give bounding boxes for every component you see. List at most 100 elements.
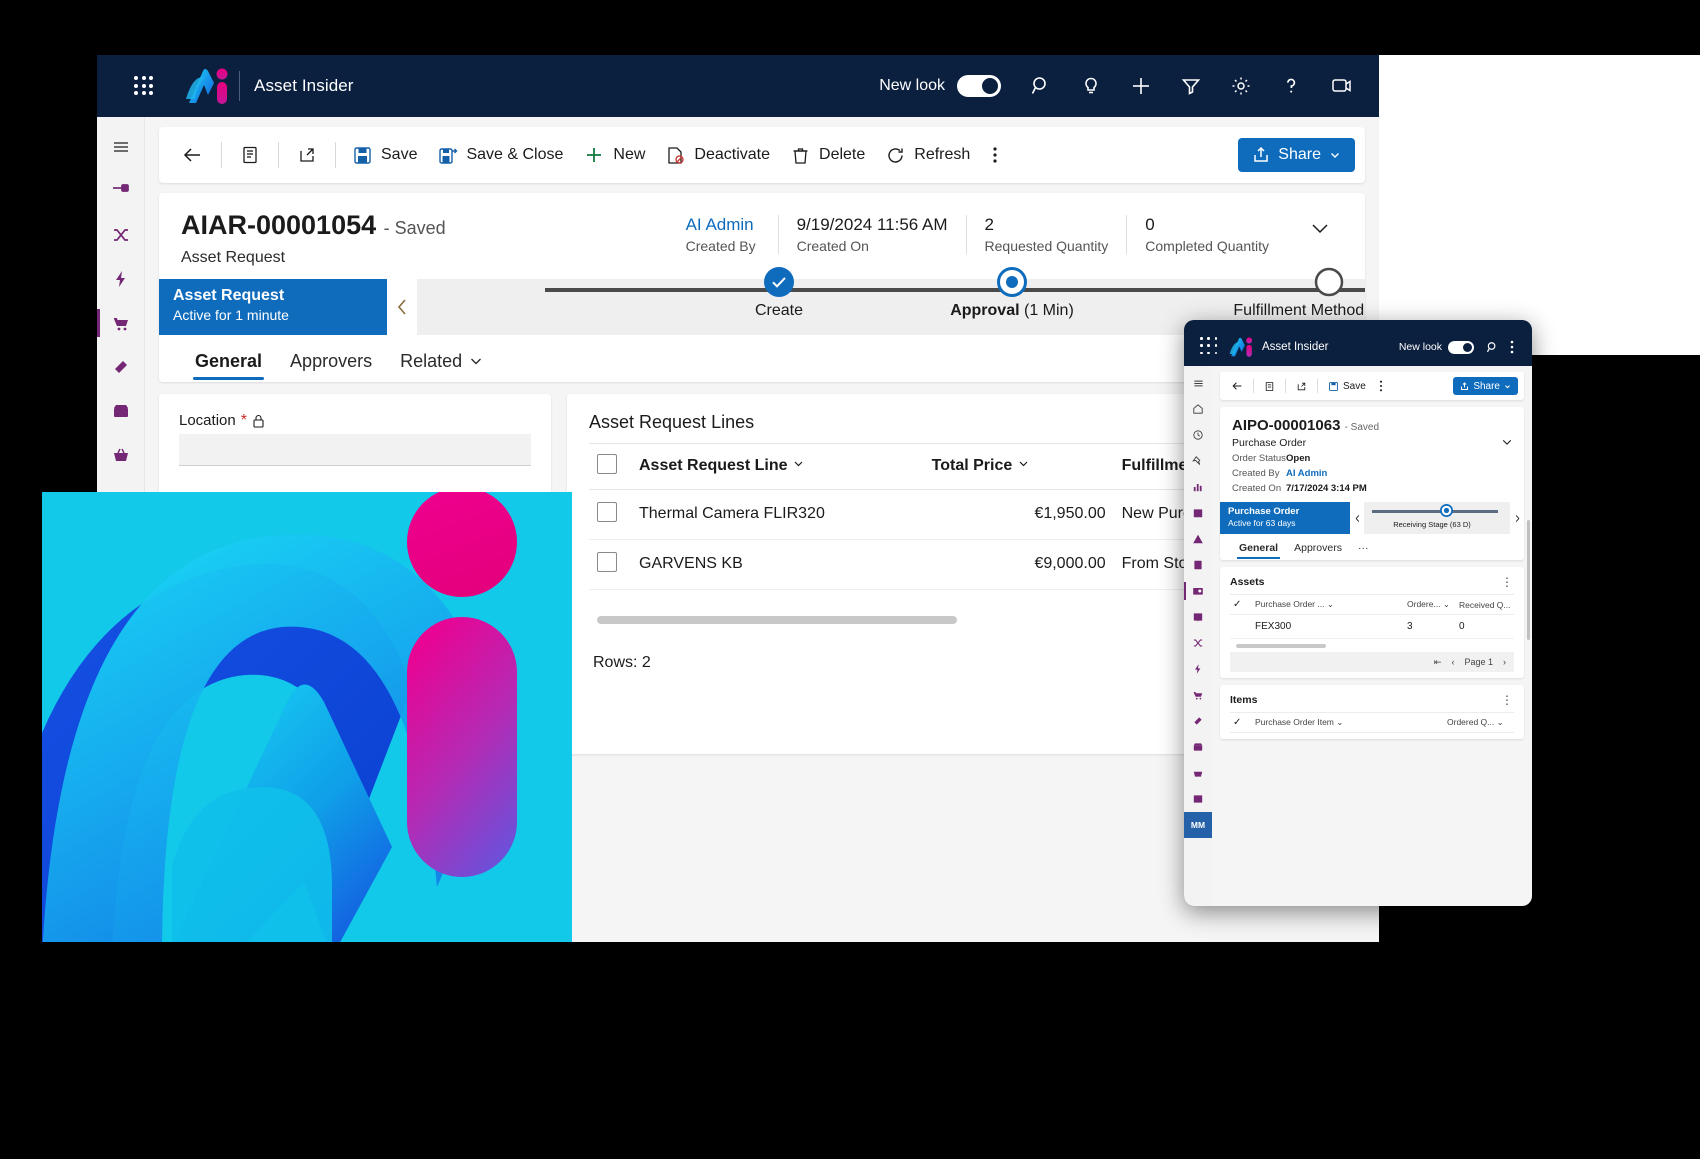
app-launcher-icon[interactable] (1200, 337, 1220, 357)
deactivate-button[interactable]: Deactivate (655, 135, 780, 175)
sitemap-item-dashboard-icon[interactable] (1184, 474, 1212, 500)
grid-horizontal-scrollbar[interactable] (597, 615, 957, 624)
tab-general[interactable]: General (181, 345, 276, 382)
more-icon[interactable] (1502, 337, 1522, 357)
select-all-check-icon[interactable]: ✓ (1233, 599, 1241, 610)
mobile-bpf-next-button[interactable] (1510, 502, 1524, 534)
sitemap-item-bolt-icon[interactable] (97, 257, 144, 301)
refresh-button[interactable]: Refresh (875, 135, 980, 175)
table-row[interactable]: FEX300 3 0 (1230, 614, 1514, 639)
form-selector-button[interactable] (228, 135, 272, 175)
more-commands-button[interactable] (1374, 375, 1388, 397)
sitemap-item-account-avatar[interactable]: MM (1184, 812, 1212, 838)
pager-next-icon[interactable]: › (1503, 657, 1506, 667)
expand-header-chevron-icon[interactable] (1500, 435, 1514, 454)
sitemap-item-bolt-icon[interactable] (1184, 656, 1212, 682)
mobile-bpf-previous-button[interactable] (1350, 502, 1364, 534)
sitemap-item-tag-icon[interactable] (1184, 708, 1212, 734)
created-by-value[interactable]: AI Admin (1286, 468, 1327, 479)
assistant-icon[interactable] (1319, 64, 1363, 108)
row-checkbox[interactable] (597, 501, 617, 522)
sitemap-item-asset-icon[interactable] (1184, 682, 1212, 708)
back-button[interactable] (169, 135, 215, 175)
sitemap-item-calendar-icon[interactable] (1184, 500, 1212, 526)
sitemap-item-store-icon[interactable] (97, 389, 144, 433)
column-purchase-order-item[interactable]: Purchase Order Item ⌄ (1252, 712, 1444, 733)
select-all-checkbox[interactable] (597, 453, 617, 474)
sitemap-hamburger-icon[interactable] (1184, 370, 1212, 396)
bpf-step-create[interactable]: Create (649, 266, 909, 320)
sitemap-item-upload-icon[interactable] (1184, 604, 1212, 630)
mobile-bpf-current-step-icon[interactable] (1439, 504, 1453, 517)
open-in-new-window-button[interactable] (1291, 375, 1312, 397)
tab-general[interactable]: General (1232, 539, 1285, 560)
sitemap-item-list-icon[interactable] (1184, 786, 1212, 812)
sitemap-item-store-icon[interactable] (1184, 734, 1212, 760)
expand-header-chevron-icon[interactable] (1287, 215, 1343, 254)
tab-overflow[interactable]: ··· (1351, 539, 1376, 560)
column-ordered-qty[interactable]: Ordered Q... ⌄ (1444, 712, 1514, 733)
created-by-value[interactable]: AI Admin (686, 215, 760, 235)
sitemap-item-book-icon[interactable] (1184, 552, 1212, 578)
help-icon[interactable] (1269, 64, 1313, 108)
mobile-new-look-toggle[interactable] (1448, 340, 1474, 354)
sitemap-item-asset-icon[interactable] (97, 301, 144, 345)
share-button[interactable]: Share (1238, 138, 1355, 172)
search-icon[interactable] (1019, 64, 1063, 108)
bpf-previous-stage-button[interactable] (387, 278, 417, 335)
sitemap-item-contact-icon[interactable] (1184, 578, 1212, 604)
more-commands-button[interactable] (980, 135, 1010, 175)
sitemap-item-alert-icon[interactable] (1184, 526, 1212, 552)
field-location-input[interactable] (179, 433, 531, 466)
row-select-cell[interactable] (1230, 614, 1252, 639)
column-total-price[interactable]: Total Price (923, 442, 1114, 490)
sitemap-hamburger-icon[interactable] (97, 125, 144, 169)
sitemap-item-home-icon[interactable] (1184, 396, 1212, 422)
save-button[interactable]: Save (342, 135, 427, 175)
tab-approvers[interactable]: Approvers (276, 345, 386, 382)
mobile-bpf-active-stage[interactable]: Purchase Order Active for 63 days (1220, 502, 1350, 534)
column-ordered[interactable]: Ordere... ⌄ (1404, 594, 1456, 615)
sitemap-item-basket-icon[interactable] (1184, 760, 1212, 786)
tab-approvers[interactable]: Approvers (1287, 539, 1349, 560)
items-more-commands-button[interactable]: ⋮ (1501, 693, 1514, 707)
app-launcher-icon[interactable] (127, 69, 161, 103)
pager-first-icon[interactable]: ⇤ (1434, 657, 1442, 668)
form-selector-button[interactable] (1259, 375, 1280, 397)
sitemap-item-recent-icon[interactable] (1184, 422, 1212, 448)
pager-previous-icon[interactable]: ‹ (1451, 657, 1454, 667)
search-icon[interactable] (1482, 337, 1502, 357)
delete-button[interactable]: Delete (780, 135, 875, 175)
new-look-toggle[interactable] (957, 75, 1001, 97)
sitemap-item-shuffle-icon[interactable] (97, 213, 144, 257)
plus-icon[interactable] (1119, 64, 1163, 108)
row-checkbox[interactable] (597, 551, 617, 572)
cell-asset-request-line[interactable]: GARVENS KB (631, 539, 924, 590)
assets-more-commands-button[interactable]: ⋮ (1501, 575, 1514, 589)
lightbulb-icon[interactable] (1069, 64, 1113, 108)
gear-icon[interactable] (1219, 64, 1263, 108)
save-button[interactable]: Save (1323, 375, 1371, 397)
sitemap-item-tag-icon[interactable] (97, 345, 144, 389)
filter-icon[interactable] (1169, 64, 1213, 108)
tab-related[interactable]: Related (386, 345, 498, 382)
cell-asset-request-line[interactable]: Thermal Camera FLIR320 (631, 489, 924, 540)
bpf-step-approval[interactable]: Approval (1 Min) (882, 266, 1142, 320)
column-received[interactable]: Received Q... (1456, 594, 1514, 615)
new-button[interactable]: New (573, 135, 655, 175)
new-look-switch[interactable]: New look (879, 75, 1001, 97)
sitemap-item-shuffle-icon[interactable] (1184, 630, 1212, 656)
mobile-grid-horizontal-scrollbar[interactable] (1236, 644, 1326, 648)
column-asset-request-line[interactable]: Asset Request Line (631, 442, 924, 490)
mobile-vertical-scrollbar[interactable] (1527, 520, 1530, 640)
sitemap-item-pinned-icon[interactable] (1184, 448, 1212, 474)
sitemap-item-basket-icon[interactable] (97, 433, 144, 477)
select-all-check-icon[interactable]: ✓ (1233, 717, 1241, 728)
bpf-active-stage[interactable]: Asset Request Active for 1 minute (159, 278, 387, 335)
back-button[interactable] (1226, 375, 1248, 397)
column-purchase-order[interactable]: Purchase Order ... ⌄ (1252, 594, 1404, 615)
sitemap-item-pin-icon[interactable] (97, 169, 144, 213)
bpf-step-fulfillment-method-confirm[interactable]: Fulfillment Method Confirm (1199, 267, 1365, 320)
save-and-close-button[interactable]: Save & Close (427, 135, 573, 175)
share-button[interactable]: Share (1453, 377, 1518, 395)
